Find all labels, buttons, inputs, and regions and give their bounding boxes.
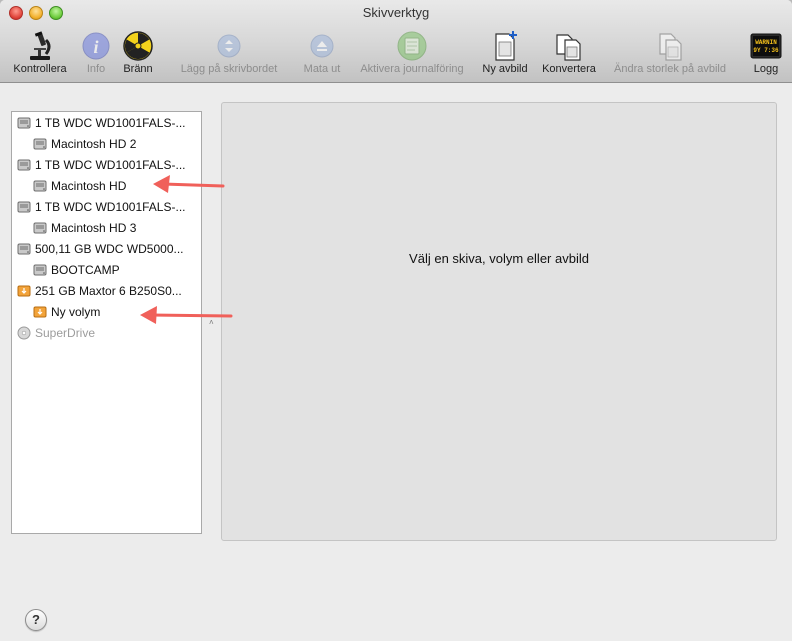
disk-utility-window: Skivverktyg Kontrollera i Info Bränn Läg… (0, 0, 792, 641)
annotation-overlay (140, 175, 233, 324)
annotation-arrow-icon (140, 306, 233, 324)
annotation-arrow-icon (153, 175, 225, 193)
